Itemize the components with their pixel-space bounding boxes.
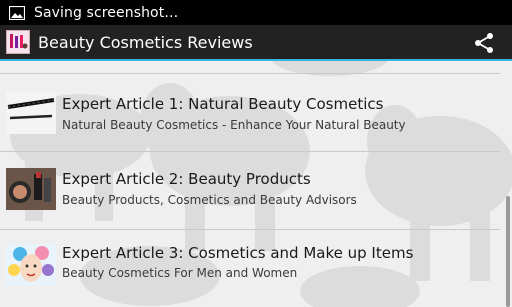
scrollbar[interactable] (506, 196, 510, 307)
article-subtitle: Natural Beauty Cosmetics - Enhance Your … (62, 118, 406, 132)
article-list-area: Expert Article 1: Natural Beauty Cosmeti… (0, 61, 512, 307)
list-item-article-1[interactable]: Expert Article 1: Natural Beauty Cosmeti… (0, 74, 500, 152)
article-title: Expert Article 2: Beauty Products (62, 170, 311, 188)
article-title: Expert Article 1: Natural Beauty Cosmeti… (62, 95, 384, 113)
list-item-article-2[interactable]: Expert Article 2: Beauty Products Beauty… (0, 152, 500, 230)
list-item-article-3[interactable]: Expert Article 3: Cosmetics and Make up … (0, 230, 500, 307)
status-bar: Saving screenshot… (0, 0, 512, 25)
app-logo-icon[interactable] (6, 30, 30, 54)
article-title: Expert Article 3: Cosmetics and Make up … (62, 244, 414, 262)
makeup-products-thumbnail (6, 168, 56, 210)
action-bar: Beauty Cosmetics Reviews (0, 25, 512, 61)
image-icon (9, 5, 25, 20)
article-subtitle: Beauty Cosmetics For Men and Women (62, 266, 298, 280)
share-icon[interactable] (472, 31, 496, 55)
painted-face-thumbnail (6, 244, 56, 286)
app-title: Beauty Cosmetics Reviews (38, 32, 253, 52)
article-subtitle: Beauty Products, Cosmetics and Beauty Ad… (62, 193, 357, 207)
eyeliner-pencil-thumbnail (6, 92, 56, 134)
status-text: Saving screenshot… (34, 4, 179, 21)
